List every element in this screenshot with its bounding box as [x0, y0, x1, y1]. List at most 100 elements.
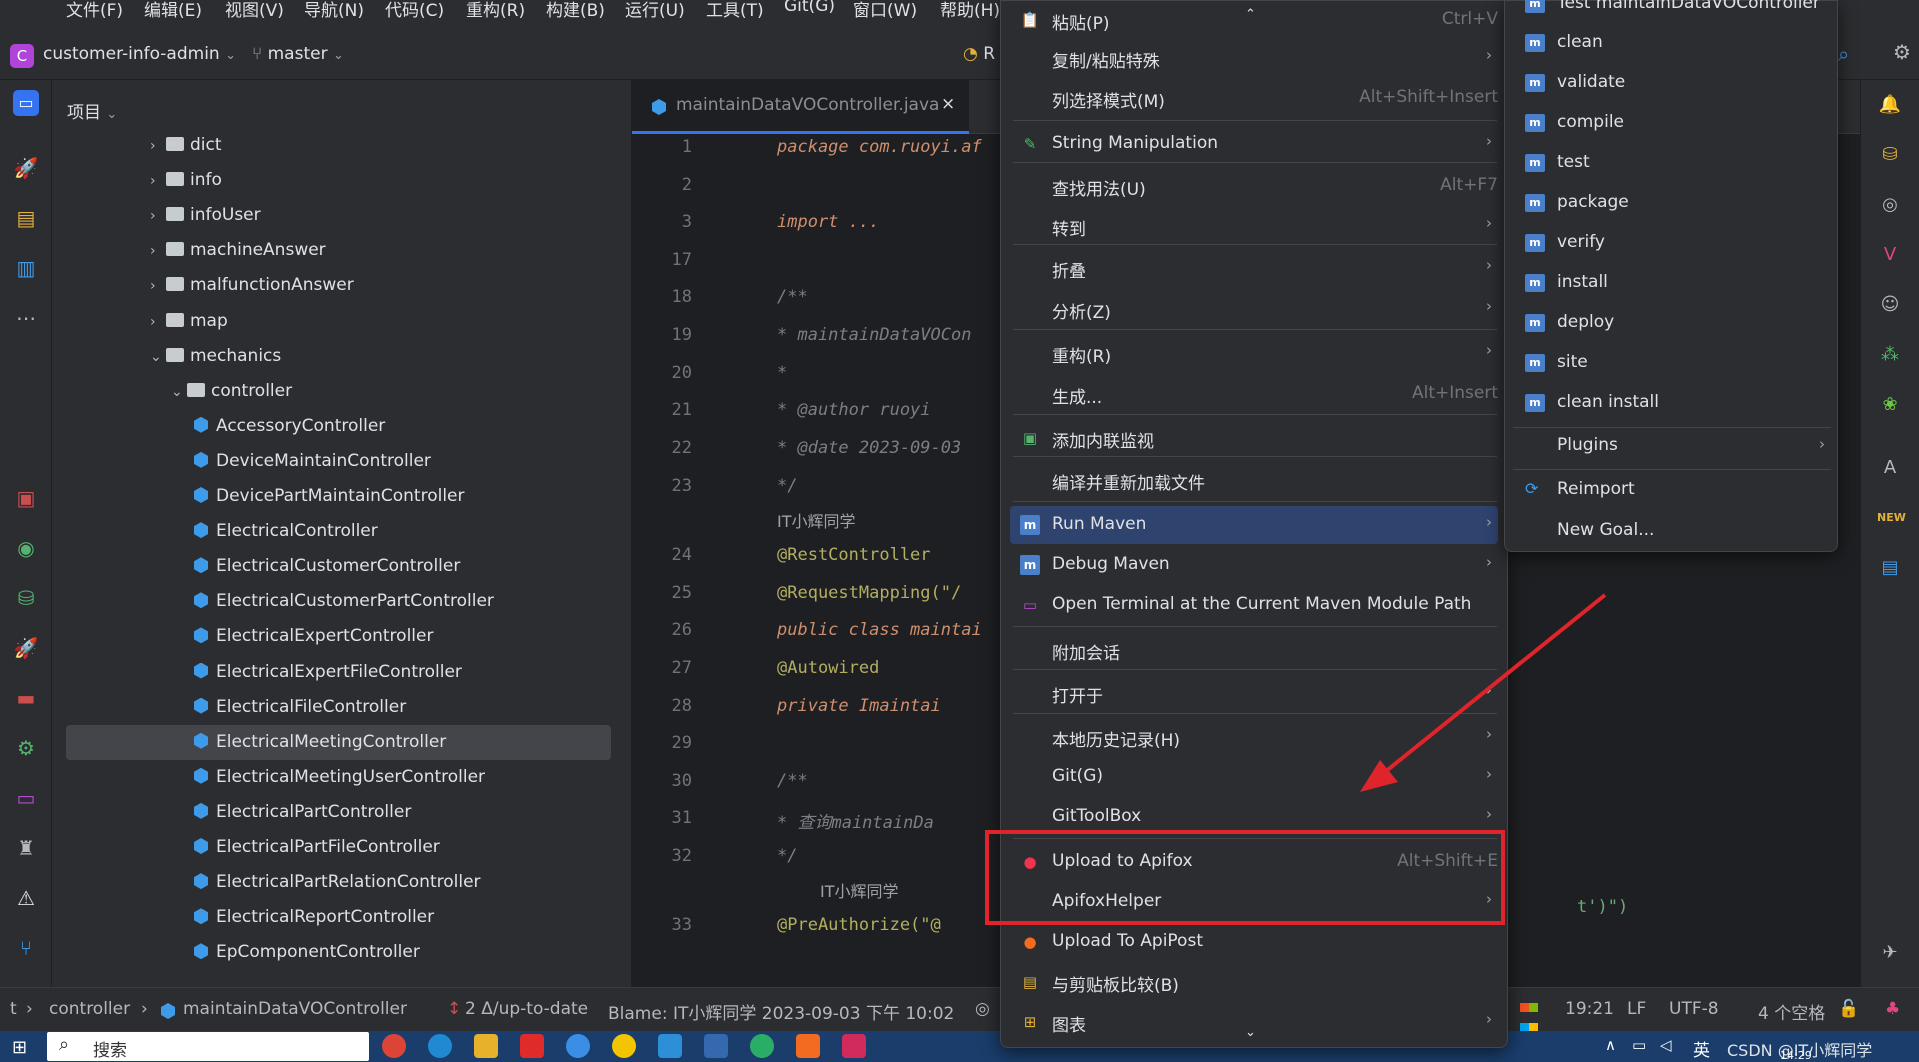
tree-row[interactable]: › machineAnswer	[66, 233, 611, 268]
line-separator[interactable]: LF	[1627, 999, 1646, 1019]
breadcrumb-item[interactable]: t	[10, 999, 17, 1019]
vue-icon[interactable]: V	[1877, 242, 1903, 268]
context-menu-item[interactable]: 查找用法(U) Alt+F7	[1010, 167, 1498, 205]
chevron-down-icon[interactable]: ⌄	[171, 375, 187, 410]
tree-row[interactable]: ElectricalExpertFileController	[66, 655, 611, 690]
context-menu-item[interactable]: 列选择模式(M) Alt+Shift+Insert	[1010, 79, 1498, 117]
tree-row[interactable]: ElectricalMeetingController	[66, 724, 611, 760]
build-icon[interactable]: ♜	[13, 835, 39, 861]
tree-row[interactable]: › dict	[66, 128, 611, 163]
tree-row[interactable]: DevicePartMaintainController	[66, 479, 611, 514]
context-menu-item[interactable]: 生成... Alt+Insert	[1010, 375, 1498, 413]
tree-row[interactable]: ElectricalReportController	[66, 900, 611, 935]
database-icon[interactable]: ⛁	[13, 585, 39, 611]
endpoints-icon[interactable]: ⁂	[1877, 342, 1903, 368]
maven-goal-item[interactable]: m site	[1513, 344, 1831, 382]
project-badge[interactable]: C	[10, 44, 34, 68]
intellij-icon[interactable]	[842, 1034, 866, 1058]
settings-icon[interactable]: ⚙	[1893, 40, 1911, 64]
file-encoding[interactable]: UTF-8	[1669, 999, 1719, 1019]
search-icon[interactable]: ⌕	[1838, 42, 1849, 66]
tree-row[interactable]: ElectricalExpertController	[66, 619, 611, 654]
menu-5[interactable]: 重构(R)	[466, 0, 525, 18]
submenu-item-plugins[interactable]: Plugins ›	[1513, 427, 1831, 465]
context-menu-item[interactable]: 分析(Z) ›	[1010, 290, 1498, 328]
menu-6[interactable]: 构建(B)	[546, 0, 605, 18]
project-panel-header[interactable]: 项目 ⌄	[67, 98, 117, 123]
ai-assistant-icon[interactable]: ☺	[1877, 292, 1903, 318]
tree-row[interactable]: › map	[66, 304, 611, 339]
menu-8[interactable]: 工具(T)	[706, 0, 764, 18]
copilot-icon[interactable]: ◎	[1877, 192, 1903, 218]
breadcrumb-item[interactable]: controller	[49, 999, 130, 1019]
wechat-icon[interactable]	[750, 1034, 774, 1058]
more-icon[interactable]: ⋯	[13, 305, 39, 331]
app-icon[interactable]	[704, 1034, 728, 1058]
context-menu-item[interactable]: 📋 粘贴(P) Ctrl+V	[1010, 1, 1498, 39]
vcs-status[interactable]: 2 Δ/up-to-date	[465, 999, 588, 1019]
app-icon[interactable]	[796, 1034, 820, 1058]
editor-tab[interactable]: maintainDataVOController.java ×	[632, 80, 969, 134]
menu-0[interactable]: 文件(F)	[66, 0, 123, 18]
database-icon[interactable]: ⛁	[1877, 142, 1903, 168]
git-blame[interactable]: Blame: IT小辉同学 2023-09-03 下午 10:02	[608, 999, 954, 1024]
notifications-icon[interactable]: 🔔	[1877, 92, 1903, 118]
tree-row[interactable]: ⌄ mechanics	[66, 339, 611, 374]
tree-row[interactable]: › infoUser	[66, 198, 611, 233]
context-menu-item[interactable]: m Debug Maven ›	[1010, 546, 1498, 584]
maven-goal-item[interactable]: m clean	[1513, 24, 1831, 62]
tree-row[interactable]: AccessoryController	[66, 409, 611, 444]
scroll-down-icon[interactable]: ⌄	[1245, 1025, 1256, 1040]
tree-row[interactable]: ElectricalCustomerController	[66, 549, 611, 584]
profiler-icon[interactable]: ◉	[13, 535, 39, 561]
context-menu-item[interactable]: 转到 ›	[1010, 207, 1498, 245]
bookmarks-icon[interactable]: ▥	[13, 255, 39, 281]
tray-chevron-icon[interactable]: ∧	[1605, 1036, 1616, 1054]
context-menu-item[interactable]: 复制/粘贴特殊 ›	[1010, 39, 1498, 77]
maven-goal-item[interactable]: m compile	[1513, 104, 1831, 142]
rest-client-icon[interactable]: ✈	[1877, 940, 1903, 966]
tree-row[interactable]: EpComponentController	[66, 935, 611, 970]
problems-icon[interactable]: ⚠	[13, 885, 39, 911]
maven-goal-item[interactable]: m test	[1513, 144, 1831, 182]
context-menu-item[interactable]: ▣ 添加内联监视	[1010, 419, 1498, 457]
caret-position[interactable]: 19:21	[1565, 999, 1614, 1019]
indent-setting[interactable]: 4 个空格	[1758, 999, 1825, 1024]
context-menu-item[interactable]: m Run Maven ›	[1010, 506, 1498, 544]
structure-icon[interactable]: ▤	[13, 205, 39, 231]
tree-row[interactable]: › info	[66, 163, 611, 198]
app-icon[interactable]	[658, 1034, 682, 1058]
chevron-right-icon[interactable]: ›	[150, 129, 166, 164]
spring-icon[interactable]: ❀	[1877, 392, 1903, 418]
windows-start-icon[interactable]: ⊞	[12, 1037, 27, 1058]
chevron-right-icon[interactable]: ›	[150, 164, 166, 199]
chevron-right-icon[interactable]: ›	[150, 305, 166, 340]
clock[interactable]: 14:29	[1780, 1049, 1812, 1062]
tree-row[interactable]: ⌄ controller	[66, 374, 611, 409]
tree-row[interactable]: DeviceMaintainController	[66, 444, 611, 479]
tree-row[interactable]: ElectricalController	[66, 514, 611, 549]
branch-selector[interactable]: ⑂ master ⌄	[252, 44, 344, 64]
chevron-down-icon[interactable]: ⌄	[150, 340, 166, 375]
services-icon[interactable]: ⚙	[13, 735, 39, 761]
lock-icon[interactable]: 🔓	[1838, 999, 1859, 1019]
edge-icon[interactable]	[428, 1034, 452, 1058]
new-badge-icon[interactable]: NEW	[1877, 505, 1906, 531]
app-icon[interactable]	[612, 1034, 636, 1058]
menu-3[interactable]: 导航(N)	[304, 0, 364, 18]
context-menu-item[interactable]: ✎ String Manipulation ›	[1010, 125, 1498, 163]
translation-icon[interactable]: A	[1877, 455, 1903, 481]
jrebel-icon[interactable]: 🚀	[13, 155, 39, 181]
menu-9[interactable]: Git(G)	[784, 0, 835, 16]
maven-tool-icon[interactable]: ▤	[1877, 555, 1903, 581]
menu-7[interactable]: 运行(U)	[625, 0, 685, 18]
battery-icon[interactable]: ▭	[1632, 1036, 1646, 1054]
project-tool-icon[interactable]: ▭	[13, 90, 39, 116]
tree-row[interactable]: ElectricalPartRelationController	[66, 865, 611, 900]
submenu-item-test-class[interactable]: m Test maintainDataVOController	[1513, 0, 1831, 23]
taskbar-search[interactable]: ⌕ 搜索	[47, 1032, 369, 1061]
submenu-item-new-goal[interactable]: New Goal...	[1513, 512, 1831, 550]
project-selector[interactable]: customer-info-admin ⌄	[43, 44, 236, 64]
qq-icon[interactable]	[566, 1034, 590, 1058]
tree-row[interactable]: › malfunctionAnswer	[66, 268, 611, 303]
